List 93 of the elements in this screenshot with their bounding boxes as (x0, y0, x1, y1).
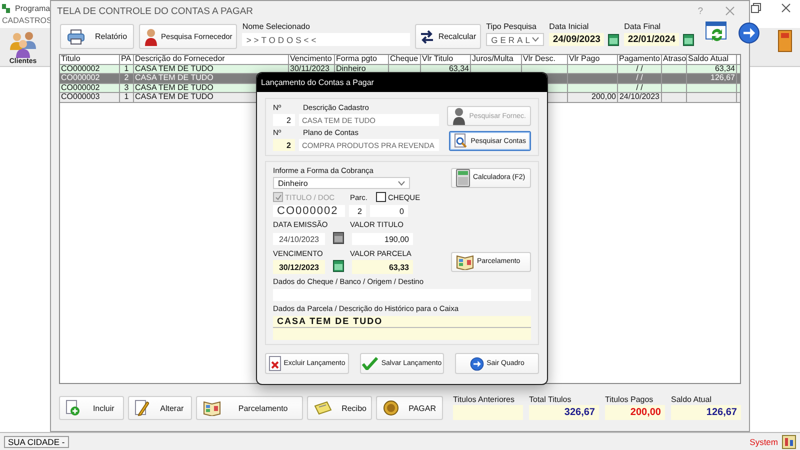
document-add-icon (66, 400, 80, 416)
table-cell: CO000002 (60, 74, 120, 83)
total-label: Titulos Anteriores (453, 395, 516, 404)
column-header: Cheque (389, 55, 421, 64)
installment-field[interactable]: 2 (349, 205, 366, 217)
table-cell: / / (618, 84, 662, 92)
table-cell: CO000002 (60, 64, 120, 74)
pencil-icon (135, 400, 150, 416)
restore-icon[interactable] (751, 3, 761, 13)
column-header: Vlr Pago (568, 55, 618, 64)
column-header: Vencimento (289, 55, 335, 64)
calendar-icon (683, 34, 694, 46)
chevron-down-icon (398, 180, 405, 186)
action-button[interactable]: Recibo (306, 396, 372, 420)
calendar-icon (608, 34, 620, 46)
history-text: CASA TEM DE TUDO (277, 317, 383, 326)
table-cell: / / (618, 64, 662, 74)
swap-arrows-icon (420, 30, 434, 44)
table-cell: 2 (120, 74, 134, 83)
table-cell: 24/10/2023 (618, 93, 662, 102)
check-icon (362, 357, 378, 370)
history-field[interactable]: CASA TEM DE TUDO (273, 316, 531, 340)
chevron-down-icon (532, 37, 540, 42)
amount-field[interactable]: 190,00 (352, 233, 413, 245)
report-button[interactable]: Relatório (60, 24, 134, 49)
number-field[interactable]: 2 (273, 114, 295, 126)
window-title: TELA DE CONTROLE DO CONTAS A PAGAR (57, 6, 254, 16)
document-delete-icon (268, 356, 281, 371)
status-text: SUA CIDADE - (4, 436, 69, 448)
column-header: Forma pgto (335, 55, 389, 64)
total-label: Total Titulos (529, 395, 572, 404)
column-header: Atraso (662, 55, 687, 64)
table-cell: CO000002 (60, 84, 120, 92)
field-label: Nome Selecionado (242, 22, 311, 31)
field-label: Data Final (624, 22, 662, 31)
column-header: Saldo Atual (687, 55, 737, 64)
action-button[interactable]: Incluir (59, 396, 124, 420)
cheque-field[interactable]: 0 (370, 205, 408, 217)
table-cell: 3 (120, 84, 134, 92)
calculator-icon (456, 168, 470, 186)
book-icon (202, 400, 221, 416)
column-header: Descrição do Fornecedor (134, 55, 289, 64)
amount-field[interactable]: 63,33 (352, 260, 413, 274)
refresh-icon[interactable] (705, 20, 730, 44)
person-icon (144, 28, 158, 46)
table-cell: 200,00 (568, 93, 618, 102)
date-field[interactable]: 22/01/2024 (624, 33, 680, 46)
number-field[interactable]: 2 (273, 139, 295, 151)
column-header: PA (120, 55, 134, 64)
total-value: 200,00 (605, 405, 665, 420)
menu-item[interactable]: CADASTROS (2, 16, 52, 25)
date-field[interactable]: 30/12/2023 (273, 260, 325, 274)
calendar-icon (333, 232, 344, 244)
ticket-icon (314, 401, 332, 415)
total-label: Titulos Pagos (605, 395, 654, 404)
date-field[interactable]: 24/09/2023 (549, 33, 604, 46)
column-header: Vlr Titulo (421, 55, 471, 64)
checkbox[interactable] (376, 192, 386, 202)
app-title: Programa (15, 4, 50, 12)
action-button[interactable]: Alterar (128, 396, 192, 420)
table-cell: 1 (120, 64, 134, 74)
app-logo-icon (1, 2, 13, 14)
table-cell: 126,67 (687, 74, 737, 83)
printer-icon (67, 28, 85, 44)
search-icon (454, 133, 468, 149)
column-header: Juros/Multa (471, 55, 522, 64)
action-button[interactable]: PAGAR (376, 396, 443, 420)
table-cell: CO000003 (60, 93, 120, 102)
table-cell: 63,34 (687, 64, 737, 74)
book-icon (456, 254, 474, 270)
column-header: Vlr Desc. (522, 55, 568, 64)
total-value: 326,67 (529, 405, 599, 420)
tray-icon[interactable] (782, 434, 796, 448)
column-header: Titulo (60, 55, 120, 64)
status-text: System (750, 436, 779, 446)
name-field[interactable]: >>TODOS<< (242, 33, 410, 46)
field-label: Tipo Pesquisa (486, 22, 538, 31)
table-cell: / / (618, 74, 662, 83)
date-field[interactable]: 24/10/2023 (273, 233, 325, 245)
column-header: Pagamento (618, 55, 662, 64)
payment-form-select[interactable]: Dinheiro (273, 177, 410, 189)
search-type-select[interactable]: GERAL (486, 33, 544, 46)
table-cell: 1 (120, 93, 134, 102)
total-value: 126,67 (671, 405, 741, 420)
recalculate-button[interactable]: Recalcular (415, 24, 482, 49)
person-icon (452, 107, 466, 125)
field-label: Data Inicial (549, 22, 590, 31)
people-icon[interactable] (8, 30, 38, 58)
coins-icon (382, 400, 399, 416)
close-icon[interactable] (781, 3, 791, 13)
calendar-icon (333, 260, 344, 272)
action-button[interactable]: Parcelamento (196, 396, 303, 420)
total-label: Saldo Atual (671, 395, 712, 404)
